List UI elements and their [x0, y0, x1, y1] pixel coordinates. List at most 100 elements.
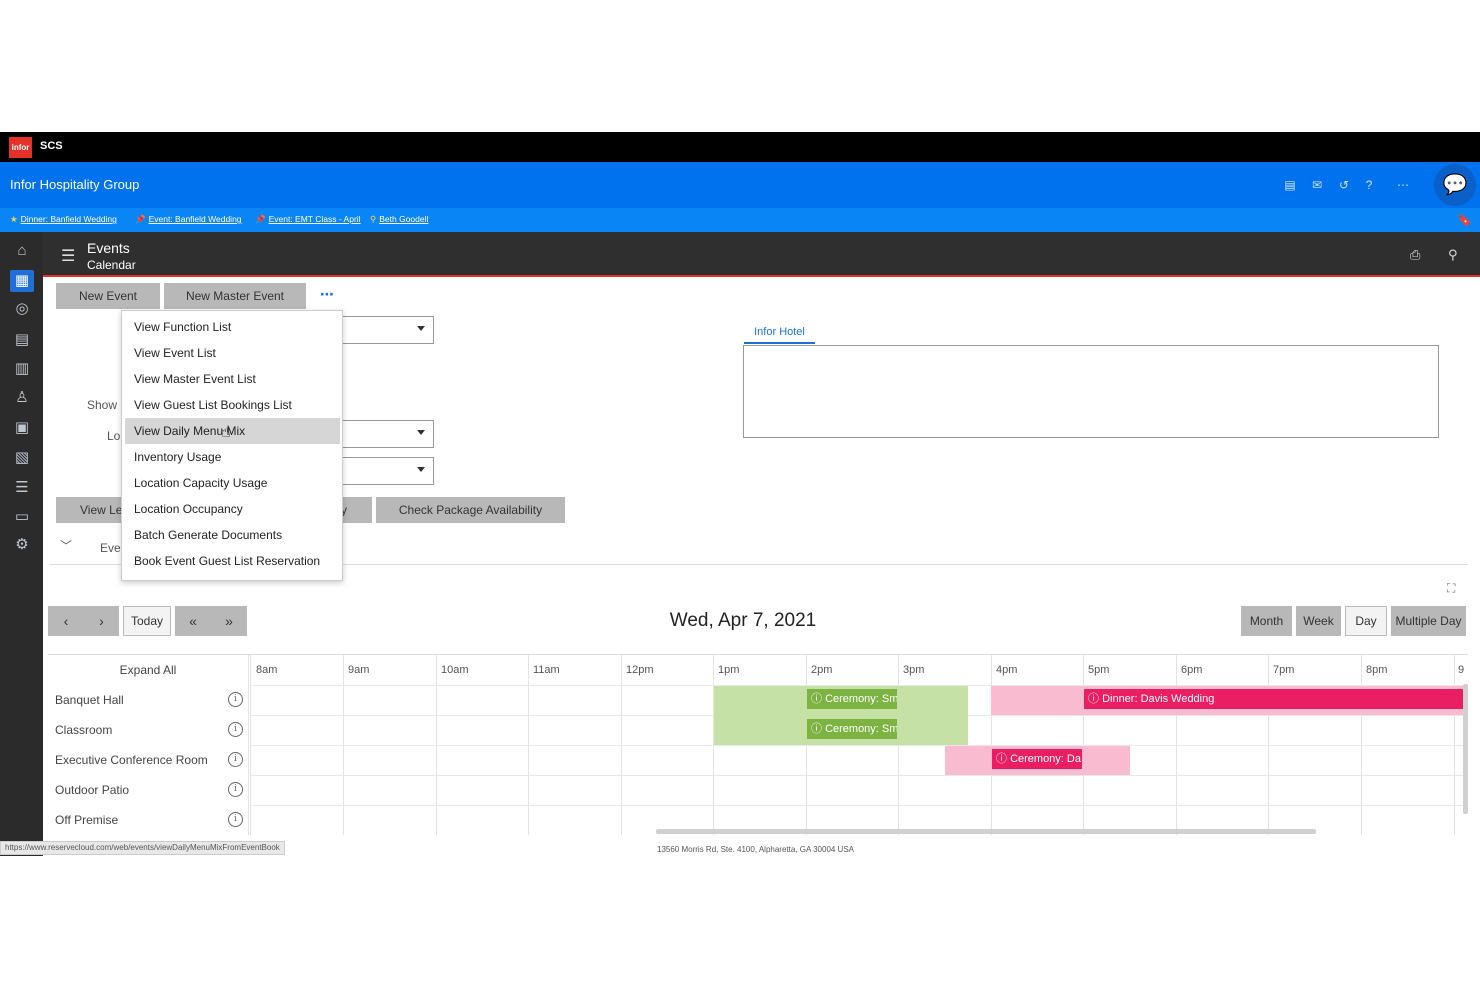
calendar-nav-icon[interactable]: ▤ [10, 329, 34, 351]
view-multiple-day-button[interactable]: Multiple Day [1391, 606, 1466, 636]
favorite-link[interactable]: 📌 Event: EMT Class - April [255, 214, 361, 225]
menu-item-view-daily-menu-mix[interactable]: View Daily Menu Mix [125, 418, 340, 444]
event-block[interactable]: ⓘ Ceremony: Sm [807, 689, 897, 709]
view-week-button[interactable]: Week [1296, 606, 1341, 636]
hour-label: 4pm [996, 664, 1018, 676]
favorite-link[interactable]: 📌 Event: Banfield Wedding [135, 214, 242, 225]
grid-line [250, 805, 1464, 806]
menu-item-view-function-list[interactable]: View Function List [125, 314, 340, 340]
event-block[interactable]: ⓘ Dinner: Davis Wedding [1084, 689, 1463, 709]
event-label: Ceremony: Da [1010, 753, 1081, 765]
home-icon[interactable]: ⌂ [10, 240, 34, 262]
view-button[interactable]: View Le [56, 497, 126, 523]
view-day-button[interactable]: Day [1345, 606, 1387, 636]
menu-item-view-guest-list-bookings[interactable]: View Guest List Bookings List [125, 392, 340, 418]
print-icon[interactable]: ⎙ [1410, 247, 1420, 263]
info-icon[interactable]: i [228, 692, 243, 707]
grid-line [250, 745, 1464, 746]
favorite-label: Event: EMT Class - April [268, 214, 361, 224]
events-nav-icon[interactable]: ▦ [10, 270, 34, 292]
next-fast-button[interactable]: » [211, 606, 247, 636]
more-icon[interactable]: ⋯ [1396, 178, 1410, 192]
resource-name: Executive Conference Room [55, 753, 208, 767]
calendar-date: Wed, Apr 7, 2021 [669, 610, 817, 631]
app-name: SCS [40, 140, 63, 152]
page-title: Events [87, 240, 130, 256]
page-header: ☰ Events Calendar ⎙ ⚲ [43, 232, 1480, 277]
help-icon[interactable]: ? [1362, 178, 1376, 192]
top-bar: infor SCS [0, 132, 1480, 162]
event-block[interactable]: ⓘ Ceremony: Da [992, 749, 1082, 769]
hierarchy-icon[interactable]: ♙ [10, 387, 34, 409]
target-icon[interactable]: ◎ [10, 298, 34, 320]
menu-item-view-event-list[interactable]: View Event List [125, 340, 340, 366]
favorite-label: Event: Banfield Wedding [148, 214, 242, 224]
hour-label: 3pm [903, 664, 925, 676]
hamburger-icon[interactable]: ☰ [61, 246, 75, 266]
resource-row: Off Premise i [48, 805, 248, 835]
notes-textarea[interactable] [743, 345, 1439, 438]
list-nav-icon[interactable]: ☰ [10, 477, 34, 499]
resource-name: Classroom [55, 723, 113, 737]
check-package-button[interactable]: Check Package Availability [376, 497, 565, 523]
secondary-select[interactable] [340, 457, 434, 485]
report-nav-icon[interactable]: ▣ [10, 417, 34, 439]
horizontal-scrollbar[interactable] [656, 829, 1316, 834]
hour-label: 9am [348, 664, 370, 676]
event-label: Dinner: Davis Wedding [1102, 693, 1215, 705]
grid-line [250, 775, 1464, 776]
filter-select[interactable] [340, 316, 434, 344]
event-label: Ceremony: Sm [825, 723, 897, 735]
favorite-label: Beth Goodell [379, 214, 429, 224]
next-day-button[interactable]: › [84, 606, 119, 636]
location-select[interactable] [340, 420, 434, 448]
settings-icon[interactable]: ⚙ [10, 534, 34, 556]
caret-down-icon [417, 430, 425, 435]
search-icon[interactable]: ⚲ [1448, 247, 1458, 263]
hour-label: 5pm [1088, 664, 1110, 676]
app-header: Infor Hospitality Group ▤ ✉ ↺ ? ⋯ 💬 [0, 162, 1480, 208]
menu-item-inventory-usage[interactable]: Inventory Usage [125, 444, 340, 470]
prev-fast-button[interactable]: « [175, 606, 211, 636]
bookmark-icon[interactable]: 🔖 [1457, 213, 1472, 227]
history-icon[interactable]: ↺ [1337, 178, 1351, 192]
infor-logo[interactable]: infor [9, 137, 32, 158]
prev-day-button[interactable]: ‹ [48, 606, 84, 636]
menu-item-location-capacity-usage[interactable]: Location Capacity Usage [125, 470, 340, 496]
grid-line [248, 655, 249, 835]
resource-row: Executive Conference Room i [48, 745, 248, 775]
favorite-link[interactable]: ⚲ Beth Goodell [370, 214, 428, 225]
menu-item-location-occupancy[interactable]: Location Occupancy [125, 496, 340, 522]
favorite-link[interactable]: ★ Dinner: Banfield Wedding [10, 214, 117, 225]
tab-infor-hotel[interactable]: Infor Hotel [744, 326, 815, 344]
view-month-button[interactable]: Month [1241, 606, 1292, 636]
document-nav-icon[interactable]: ▧ [10, 447, 34, 469]
new-event-button[interactable]: New Event [56, 283, 160, 309]
resource-name: Off Premise [55, 813, 119, 827]
monitor-nav-icon[interactable]: ▭ [10, 506, 34, 528]
booking-nav-icon[interactable]: ▥ [10, 358, 34, 380]
more-actions-button[interactable]: ⋯ [320, 286, 335, 303]
info-icon[interactable]: i [228, 722, 243, 737]
event-block[interactable]: ⓘ Ceremony: Sm [807, 719, 897, 739]
caret-down-icon [417, 467, 425, 472]
info-icon[interactable]: i [228, 752, 243, 767]
expand-all-button[interactable]: Expand All [48, 655, 248, 685]
chevron-down-icon[interactable]: ﹀ [60, 537, 72, 554]
new-master-event-button[interactable]: New Master Event [164, 283, 306, 309]
favorite-label: Dinner: Banfield Wedding [20, 214, 117, 224]
person-icon: ⚲ [370, 214, 377, 224]
left-nav: ⌂ ▦ ◎ ▤ ▥ ♙ ▣ ▧ ☰ ▭ ⚙ [0, 232, 43, 856]
chat-icon[interactable]: 💬 [1434, 164, 1476, 206]
today-button[interactable]: Today [123, 606, 171, 636]
info-icon[interactable]: i [228, 782, 243, 797]
mail-icon[interactable]: ✉ [1310, 178, 1324, 192]
info-icon[interactable]: i [228, 812, 243, 827]
menu-item-batch-generate-documents[interactable]: Batch Generate Documents [125, 522, 340, 548]
menu-item-view-master-event-list[interactable]: View Master Event List [125, 366, 340, 392]
document-icon[interactable]: ▤ [1283, 178, 1297, 192]
calendar-grid: Expand All 8am 9am 10am 11am 12pm 1pm 2p… [48, 654, 1468, 835]
menu-item-book-guest-list-reservation[interactable]: Book Event Guest List Reservation [125, 548, 340, 574]
vertical-scrollbar[interactable] [1463, 684, 1468, 814]
fullscreen-icon[interactable]: ⛶ [1447, 581, 1455, 596]
